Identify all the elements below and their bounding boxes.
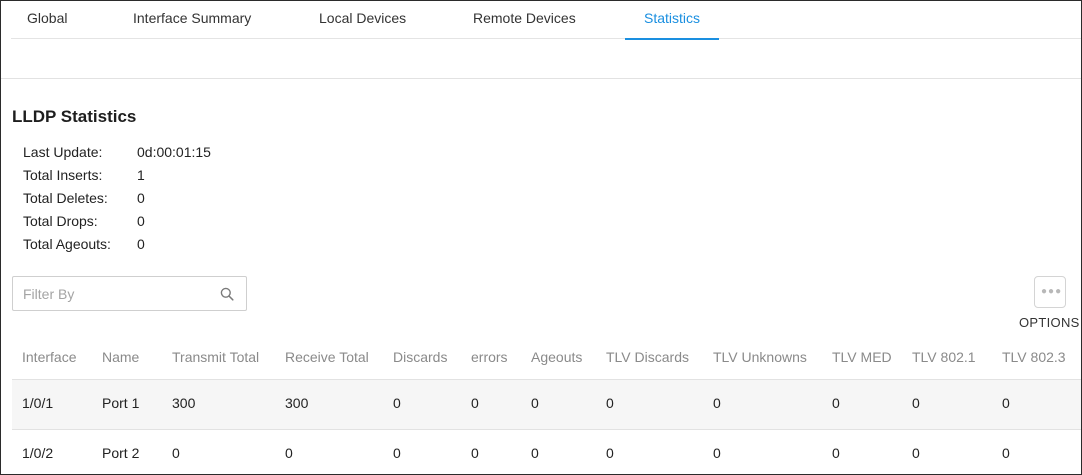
summary-value: 0 (137, 236, 145, 252)
column-header[interactable]: Discards (393, 349, 447, 365)
filter-input[interactable] (13, 277, 213, 310)
table-cell: 1/0/1 (22, 395, 54, 411)
summary-value: 0 (137, 213, 145, 229)
more-dots-icon: ●●● (1041, 286, 1063, 297)
table-cell: 0 (1002, 395, 1010, 411)
table-cell: 0 (1002, 445, 1010, 461)
tab-interface-summary[interactable]: Interface Summary (133, 1, 251, 39)
column-header[interactable]: errors (471, 349, 508, 365)
table-cell: 0 (832, 445, 840, 461)
options-button[interactable]: ●●● (1034, 276, 1066, 308)
table-cell: 300 (172, 395, 196, 411)
column-header[interactable]: Ageouts (531, 349, 582, 365)
summary-label: Last Update: (23, 144, 103, 160)
tab-local-devices[interactable]: Local Devices (319, 1, 406, 39)
section-title: LLDP Statistics (12, 107, 137, 126)
summary-label: Total Inserts: (23, 167, 103, 183)
table-cell: 0 (393, 395, 401, 411)
search-icon[interactable] (220, 287, 234, 301)
table-cell: 0 (912, 395, 920, 411)
table-header: Interface Name Transmit Total Receive To… (12, 332, 1081, 380)
column-header[interactable]: Interface (22, 349, 76, 365)
table-cell: 300 (285, 395, 309, 411)
column-header[interactable]: TLV 802.1 (912, 349, 976, 365)
column-header[interactable]: TLV Unknowns (713, 349, 807, 365)
column-header[interactable]: TLV 802.3 (1002, 349, 1066, 365)
summary-value: 0d:00:01:15 (137, 144, 211, 160)
divider (1, 78, 1081, 79)
column-header[interactable]: TLV Discards (606, 349, 689, 365)
table-cell: Port 2 (102, 445, 140, 461)
table-cell: 0 (285, 445, 293, 461)
options-label[interactable]: OPTIONS (1019, 315, 1080, 330)
table-cell: 0 (912, 445, 920, 461)
table-row[interactable]: 1/0/2 Port 2 0 0 0 0 0 0 0 0 0 0 (12, 430, 1081, 474)
summary-label: Total Drops: (23, 213, 98, 229)
table-cell: 0 (531, 445, 539, 461)
tab-remote-devices[interactable]: Remote Devices (473, 1, 576, 39)
table-cell: Port 1 (102, 395, 140, 411)
summary-label: Total Ageouts: (23, 236, 111, 252)
tab-global[interactable]: Global (27, 1, 67, 39)
table-cell: 0 (713, 445, 721, 461)
table-cell: 0 (471, 395, 479, 411)
filter-box (12, 276, 247, 311)
table-cell: 0 (531, 395, 539, 411)
table-cell: 0 (606, 445, 614, 461)
tab-bar: Global Interface Summary Local Devices R… (11, 1, 1081, 40)
table-cell: 0 (832, 395, 840, 411)
table-cell: 0 (606, 395, 614, 411)
column-header[interactable]: Transmit Total (172, 349, 259, 365)
table-cell: 1/0/2 (22, 445, 54, 461)
summary-label: Total Deletes: (23, 190, 108, 206)
summary-value: 0 (137, 190, 145, 206)
table-cell: 0 (713, 395, 721, 411)
table-cell: 0 (393, 445, 401, 461)
summary-value: 1 (137, 167, 145, 183)
table-cell: 0 (471, 445, 479, 461)
lldp-window: Global Interface Summary Local Devices R… (0, 0, 1082, 475)
table-row[interactable]: 1/0/1 Port 1 300 300 0 0 0 0 0 0 0 0 (12, 380, 1081, 430)
column-header[interactable]: Receive Total (285, 349, 369, 365)
tab-statistics[interactable]: Statistics (625, 1, 719, 40)
statistics-table: Interface Name Transmit Total Receive To… (12, 332, 1081, 474)
column-header[interactable]: TLV MED (832, 349, 892, 365)
column-header[interactable]: Name (102, 349, 139, 365)
table-cell: 0 (172, 445, 180, 461)
